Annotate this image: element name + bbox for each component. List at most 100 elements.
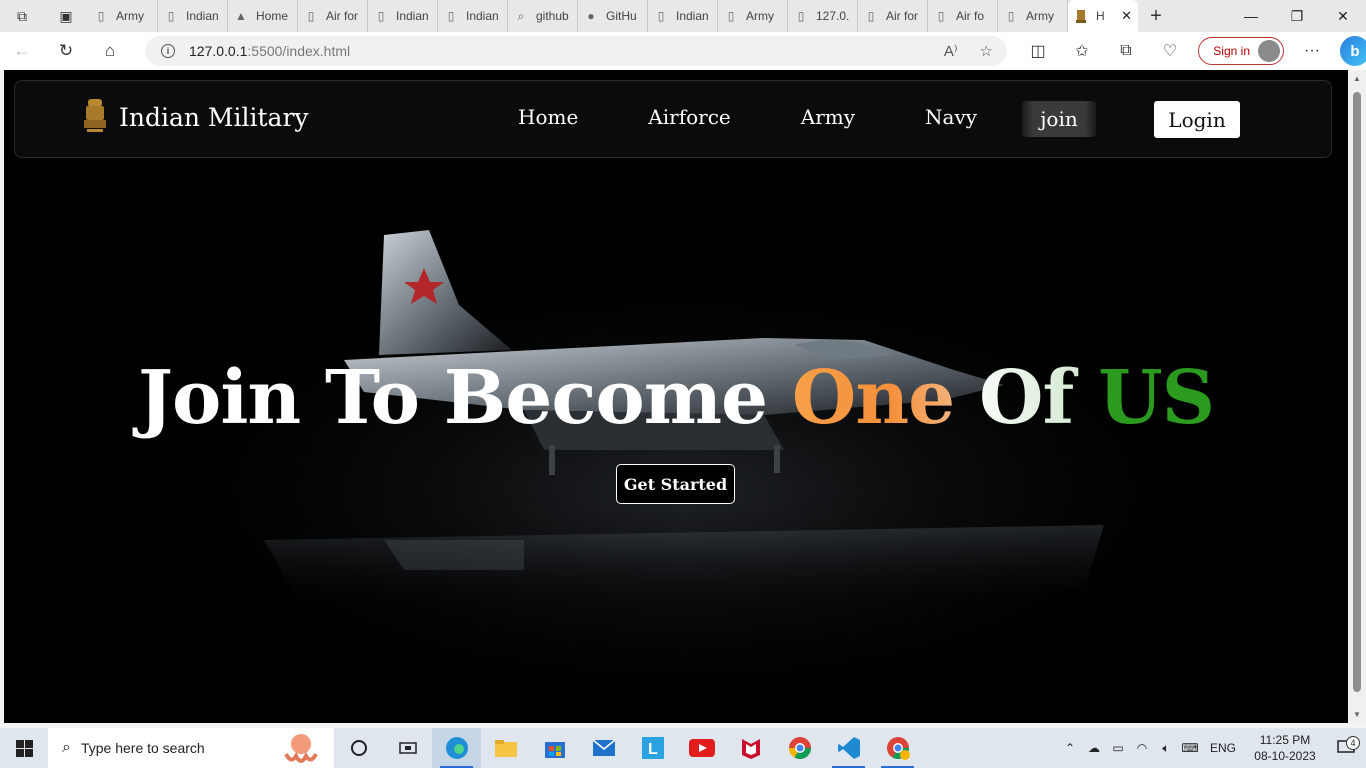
- tab-title: Indian: [466, 9, 499, 23]
- widgets-icon[interactable]: [383, 728, 432, 768]
- windows-taskbar: ⌕ Type here to search L ⌃ ☁ ▭ ◠ 🔈︎ ⌨ ENG…: [0, 728, 1366, 768]
- edge-icon[interactable]: [432, 728, 481, 768]
- scroll-thumb[interactable]: [1353, 92, 1361, 692]
- scroll-down-icon[interactable]: ▼: [1352, 710, 1362, 719]
- page-icon: ▯: [97, 9, 105, 23]
- clock[interactable]: 11:25 PM 08-10-2023: [1244, 732, 1326, 764]
- tab[interactable]: ⌕ github: [508, 0, 578, 32]
- svg-text:L: L: [648, 741, 658, 758]
- national-emblem-icon: [84, 99, 106, 132]
- avatar: [1258, 40, 1280, 62]
- tab[interactable]: ▯ Indian: [438, 0, 508, 32]
- page-icon: ▯: [657, 9, 665, 23]
- tab[interactable]: ● GitHu: [578, 0, 648, 32]
- scroll-up-icon[interactable]: ▲: [1352, 74, 1362, 83]
- get-started-button[interactable]: Get Started: [616, 464, 735, 504]
- chrome-icon[interactable]: [775, 728, 824, 768]
- favorites-icon[interactable]: ✩: [1060, 41, 1104, 61]
- taskbar-search[interactable]: ⌕ Type here to search: [48, 728, 334, 768]
- keyboard-icon[interactable]: ⌨: [1178, 741, 1202, 755]
- start-button[interactable]: [0, 728, 48, 768]
- tab-active[interactable]: H ✕: [1068, 0, 1138, 32]
- vscode-icon[interactable]: [824, 728, 873, 768]
- page-icon: ▯: [307, 9, 315, 23]
- page-icon: ▯: [167, 9, 175, 23]
- browser-essentials-icon[interactable]: ♡: [1148, 41, 1192, 61]
- address-field[interactable]: i 127.0.0.1:5500/index.html A⁾ ☆: [145, 36, 1007, 66]
- refresh-button[interactable]: ↻: [44, 32, 88, 70]
- tab[interactable]: ▯ 127.0.: [788, 0, 858, 32]
- tab-title: Army: [116, 9, 144, 23]
- tab-actions-icon[interactable]: ▣: [44, 0, 88, 32]
- site-info-icon[interactable]: i: [161, 44, 175, 58]
- page-icon: ▯: [937, 9, 945, 23]
- minimize-button[interactable]: —: [1228, 0, 1274, 32]
- tab[interactable]: ▯ Army: [998, 0, 1068, 32]
- battery-icon[interactable]: ▭: [1106, 741, 1130, 755]
- language-indicator[interactable]: ENG: [1210, 741, 1236, 755]
- read-aloud-icon[interactable]: A⁾: [944, 42, 958, 60]
- new-tab-button[interactable]: +: [1138, 0, 1174, 32]
- nav-join[interactable]: join: [1022, 101, 1096, 137]
- show-hidden-icons-icon[interactable]: ⌃: [1058, 741, 1082, 755]
- mcafee-icon[interactable]: [726, 728, 775, 768]
- youtube-icon[interactable]: [677, 728, 726, 768]
- task-view-icon[interactable]: [334, 728, 383, 768]
- close-tab-icon[interactable]: ✕: [1121, 8, 1132, 24]
- nav-airforce[interactable]: Airforce: [648, 105, 730, 129]
- collections-icon[interactable]: ⧉: [1104, 42, 1148, 60]
- volume-icon[interactable]: 🔈︎: [1154, 741, 1178, 756]
- url-path: :5500/index.html: [247, 43, 351, 59]
- nav-home[interactable]: Home: [518, 105, 578, 129]
- bing-copilot-icon[interactable]: b: [1340, 36, 1366, 66]
- page-scrollbar[interactable]: ▲ ▼: [1348, 70, 1366, 723]
- workspaces-icon[interactable]: ⧉: [0, 0, 44, 32]
- browser-tab-strip: ⧉ ▣ ▯ Army ▯ Indian ▲ Home ▯ Air for ▯ Indian ▯ Ind…: [0, 0, 1366, 32]
- tab[interactable]: ▯ Air fo: [928, 0, 998, 32]
- file-explorer-icon[interactable]: [481, 728, 530, 768]
- tab[interactable]: ▯ Army: [88, 0, 158, 32]
- page-icon: ▯: [867, 9, 875, 23]
- onedrive-icon[interactable]: ☁: [1082, 741, 1106, 755]
- favorite-star-icon[interactable]: ☆: [980, 42, 993, 60]
- tab[interactable]: ▯ Air for: [858, 0, 928, 32]
- tab-title: Home: [256, 9, 289, 23]
- tab[interactable]: ▲ Home: [228, 0, 298, 32]
- tab[interactable]: ▯ Indian: [648, 0, 718, 32]
- search-icon: ⌕: [517, 8, 525, 23]
- split-screen-icon[interactable]: ◫: [1016, 41, 1060, 61]
- tab-list: ▯ Army ▯ Indian ▲ Home ▯ Air for ▯ Indian ▯ Indian ⌕…: [88, 0, 1068, 32]
- sign-in-button[interactable]: Sign in: [1198, 37, 1284, 65]
- tab-title: Army: [746, 9, 774, 23]
- store-icon[interactable]: [530, 728, 579, 768]
- mail-icon[interactable]: [579, 728, 628, 768]
- emblem-icon: ▲: [235, 9, 247, 23]
- headline-part-2: One: [791, 355, 955, 441]
- nav-links: Home Airforce Army Navy: [518, 105, 977, 129]
- hero-headline: Join To Become One Of US: [4, 355, 1348, 441]
- tab[interactable]: ▯ Indian: [368, 0, 438, 32]
- nav-army[interactable]: Army: [801, 105, 855, 129]
- tab-title: 127.0.: [816, 9, 850, 23]
- home-button[interactable]: ⌂: [88, 32, 132, 70]
- emblem-icon: [1074, 8, 1088, 24]
- tab[interactable]: ▯ Indian: [158, 0, 228, 32]
- clock-time: 11:25 PM: [1259, 733, 1311, 747]
- tab-title: Indian: [676, 9, 709, 23]
- brand[interactable]: Indian Military: [81, 95, 309, 139]
- more-options-icon[interactable]: ···: [1290, 42, 1334, 60]
- close-window-button[interactable]: ✕: [1320, 0, 1366, 32]
- back-button[interactable]: ←: [0, 32, 44, 70]
- chrome-profile-icon[interactable]: [873, 728, 922, 768]
- tab[interactable]: ▯ Air for: [298, 0, 368, 32]
- l-app-icon[interactable]: L: [628, 728, 677, 768]
- restore-button[interactable]: ❐: [1274, 0, 1320, 32]
- wifi-icon[interactable]: ◠: [1130, 741, 1154, 755]
- tab[interactable]: ▯ Army: [718, 0, 788, 32]
- notification-center-icon[interactable]: 4: [1326, 736, 1366, 756]
- url-host: 127.0.0.1: [189, 43, 248, 59]
- tab-title: Indian: [186, 9, 219, 23]
- login-button[interactable]: Login: [1154, 101, 1240, 138]
- clock-date: 08-10-2023: [1254, 749, 1316, 763]
- nav-navy[interactable]: Navy: [925, 105, 977, 129]
